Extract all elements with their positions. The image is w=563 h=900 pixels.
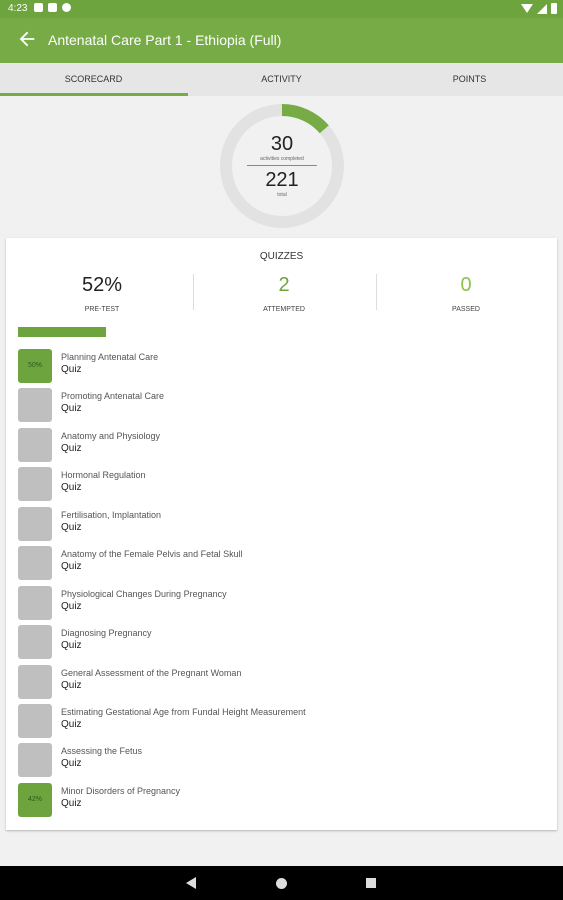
- quiz-type: Quiz: [61, 680, 82, 691]
- quiz-score-box: [18, 743, 52, 777]
- attempted-value: 2: [278, 274, 290, 296]
- sim-icon: [48, 3, 57, 12]
- quiz-score-box: [18, 665, 52, 699]
- passed-value: 0: [460, 274, 472, 296]
- quizzes-card: QUIZZES 52% PRE-TEST 2 ATTEMPTED 0 PASSE…: [6, 238, 557, 830]
- quiz-row[interactable]: 42% Minor Disorders of Pregnancy Quiz: [18, 783, 538, 817]
- quiz-title: Physiological Changes During Pregnancy: [61, 589, 227, 599]
- wifi-icon: [521, 4, 533, 13]
- quiz-score-box: 42%: [18, 783, 52, 817]
- quiz-score-box: [18, 625, 52, 659]
- quiz-title: Minor Disorders of Pregnancy: [61, 786, 181, 796]
- quiz-title: Diagnosing Pregnancy: [61, 628, 152, 638]
- quiz-type: Quiz: [61, 403, 82, 414]
- page-title: Antenatal Care Part 1 - Ethiopia (Full): [48, 32, 282, 48]
- quiz-type: Quiz: [61, 719, 82, 730]
- quiz-title: Hormonal Regulation: [61, 470, 146, 480]
- tab-activity[interactable]: ACTIVITY: [188, 63, 375, 96]
- quiz-type: Quiz: [61, 364, 82, 375]
- passed-stat: 0 PASSED: [376, 274, 556, 313]
- quiz-type: Quiz: [61, 522, 82, 533]
- quiz-progress-bar: [18, 327, 107, 337]
- status-time: 4:23: [8, 3, 28, 14]
- quiz-score-box: [18, 388, 52, 422]
- quiz-row[interactable]: Fertilisation, Implantation Quiz: [18, 507, 538, 541]
- quiz-row[interactable]: 50% Planning Antenatal Care Quiz: [18, 349, 538, 383]
- status-bar: 4:23: [0, 0, 563, 18]
- back-arrow-icon[interactable]: [16, 28, 38, 50]
- quiz-row[interactable]: Physiological Changes During Pregnancy Q…: [18, 586, 538, 620]
- quiz-score-box: [18, 507, 52, 541]
- quiz-score-box: [18, 586, 52, 620]
- quizzes-heading: QUIZZES: [259, 251, 304, 262]
- pretest-stat: 52% PRE-TEST: [12, 274, 192, 313]
- total-label: total: [277, 192, 287, 198]
- quiz-title: General Assessment of the Pregnant Woman: [61, 668, 242, 678]
- quiz-type: Quiz: [61, 640, 82, 651]
- system-nav-bar: [0, 866, 563, 900]
- tab-bar: SCORECARD ACTIVITY POINTS: [0, 63, 563, 96]
- ring-divider: [247, 165, 317, 166]
- attempted-stat: 2 ATTEMPTED: [194, 274, 374, 313]
- quiz-score-box: [18, 704, 52, 738]
- quiz-type: Quiz: [61, 601, 82, 612]
- battery-icon: [551, 3, 557, 14]
- quiz-row[interactable]: Hormonal Regulation Quiz: [18, 467, 538, 501]
- quiz-row[interactable]: Estimating Gestational Age from Fundal H…: [18, 704, 538, 738]
- quiz-row[interactable]: Promoting Antenatal Care Quiz: [18, 388, 538, 422]
- nav-back-icon[interactable]: [186, 877, 196, 889]
- quiz-title: Anatomy and Physiology: [61, 431, 161, 441]
- quiz-type: Quiz: [61, 561, 82, 572]
- quiz-score-box: [18, 467, 52, 501]
- quiz-row[interactable]: Anatomy and Physiology Quiz: [18, 428, 538, 462]
- system-icons: [521, 3, 557, 14]
- quiz-title: Anatomy of the Female Pelvis and Fetal S…: [61, 549, 243, 559]
- nav-recents-icon[interactable]: [366, 878, 376, 888]
- quiz-score-box: [18, 546, 52, 580]
- quiz-row[interactable]: Diagnosing Pregnancy Quiz: [18, 625, 538, 659]
- passed-label: PASSED: [452, 306, 480, 313]
- settings-icon: [62, 3, 71, 12]
- quiz-type: Quiz: [61, 758, 82, 769]
- quiz-type: Quiz: [61, 798, 82, 809]
- completed-count: 30: [270, 133, 294, 155]
- quiz-row[interactable]: Assessing the Fetus Quiz: [18, 743, 538, 777]
- pretest-value: 52%: [81, 274, 123, 296]
- quiz-title: Estimating Gestational Age from Fundal H…: [61, 707, 306, 717]
- notification-icons: [34, 3, 71, 12]
- quiz-title: Planning Antenatal Care: [61, 352, 159, 362]
- total-count: 221: [265, 169, 299, 191]
- completed-label: activities completed: [260, 156, 304, 162]
- activity-progress-ring: 30 activities completed 221 total: [219, 103, 345, 229]
- quiz-title: Assessing the Fetus: [61, 746, 143, 756]
- tab-scorecard[interactable]: SCORECARD: [0, 63, 187, 96]
- image-icon: [34, 3, 43, 12]
- nav-home-icon[interactable]: [276, 878, 287, 889]
- quiz-title: Fertilisation, Implantation: [61, 510, 162, 520]
- attempted-label: ATTEMPTED: [263, 306, 305, 313]
- pretest-label: PRE-TEST: [84, 306, 120, 313]
- tab-points[interactable]: POINTS: [376, 63, 563, 96]
- quiz-row[interactable]: Anatomy of the Female Pelvis and Fetal S…: [18, 546, 538, 580]
- app-bar: Antenatal Care Part 1 - Ethiopia (Full): [0, 18, 563, 63]
- quiz-type: Quiz: [61, 482, 82, 493]
- tab-indicator: [0, 93, 188, 96]
- quiz-score-box: [18, 428, 52, 462]
- quiz-type: Quiz: [61, 443, 82, 454]
- quiz-score-box: 50%: [18, 349, 52, 383]
- quiz-row[interactable]: General Assessment of the Pregnant Woman…: [18, 665, 538, 699]
- signal-icon: [537, 3, 547, 14]
- quiz-title: Promoting Antenatal Care: [61, 391, 165, 401]
